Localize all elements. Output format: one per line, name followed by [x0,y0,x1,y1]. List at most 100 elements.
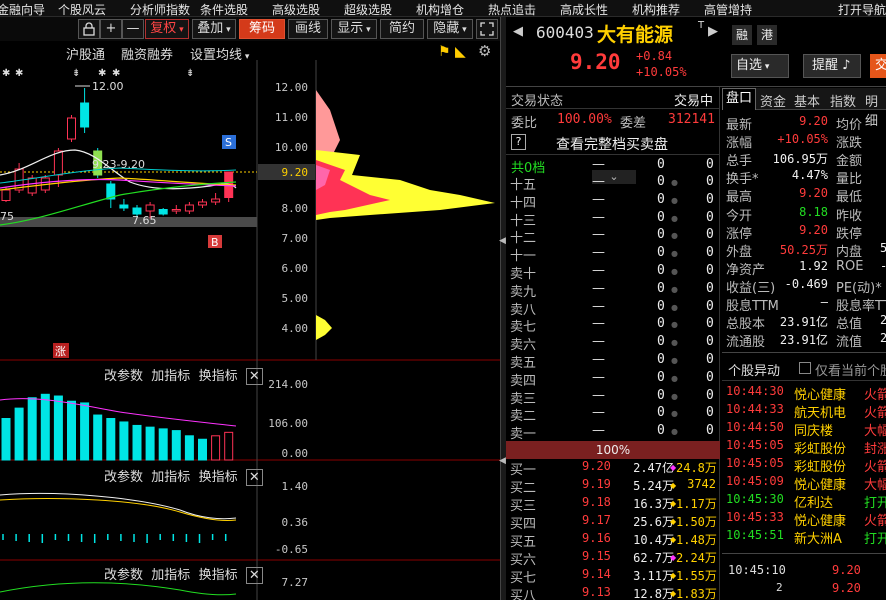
mover-event: 大幅 [864,478,886,493]
add-indicator-button[interactable]: 加指标 [151,568,190,583]
movers-checkbox[interactable] [799,362,811,374]
menu-item-chaoji[interactable]: 超级选股 [344,1,392,18]
zixuan-dropdown[interactable]: 自选 ▾ [731,54,789,78]
param-button[interactable]: 改参数 [104,568,143,583]
ask-volume: 0 [657,387,665,403]
fuquan-dropdown[interactable]: 复权 ▾ [145,19,189,39]
tab-jiben[interactable]: 基本 [794,91,820,110]
ask-extra: 0 [706,423,714,439]
b-signal-icon[interactable]: B [208,235,222,249]
candle-body [184,204,194,212]
dot-icon: ● [671,391,678,401]
menu-item-gaochengzhang[interactable]: 高成长性 [560,1,608,18]
menu-item-jinrong[interactable]: 金融向导 [0,1,45,18]
candle-body [198,201,207,206]
bid-extra: 1.48万 [676,533,717,547]
mover-event: 火箭 [864,514,886,529]
zoom-out-button[interactable]: — [122,19,144,39]
mover-event: 大幅 [864,424,886,439]
mover-name: 悦心健康 [794,514,847,529]
quote-value: 8.18 [799,204,828,219]
fuquan-label: 复权 [150,21,177,36]
price-change-pct: +10.05% [636,65,687,79]
status-value: 交易中 [674,94,714,109]
mover-time: 10:45:30 [726,492,784,506]
splitter-arrow-icon[interactable]: ◀ [499,456,506,466]
menu-item-redian[interactable]: 热点追击 [488,1,536,18]
param-button[interactable]: 改参数 [104,470,143,485]
menu-item-tiaojian[interactable]: 条件选股 [200,1,248,18]
gang-button[interactable]: 港 [757,25,777,45]
menu-item-gaoji[interactable]: 高级选股 [272,1,320,18]
trade-button[interactable]: 交 [870,54,886,78]
ask-price: — [592,280,605,296]
mover-name: 航天机电 [794,406,847,421]
full-orderbook-link[interactable]: 查看完整档买卖盘 [556,134,668,154]
menu-item-zengchi[interactable]: 高管增持 [704,1,752,18]
b-signal-label: B [211,236,219,249]
menu-item-daohang[interactable]: 打开导航 [838,1,886,18]
bid-price: 9.17 [582,513,611,527]
tixing-button[interactable]: 提醒 ♪ [803,54,861,78]
swap-indicator-button[interactable]: 换指标 [199,568,238,583]
macd-y-label: -0.65 [274,543,308,556]
ask-price: — [592,174,605,189]
menu-item-gegufengyun[interactable]: 个股风云 [58,1,106,18]
close-icon[interactable]: ✕ [245,469,263,486]
bid-volume: 62.7万 [633,551,674,565]
bid-volume: 5.24万 [633,479,674,493]
chart-toolbar: + — 复权 ▾ 叠加 ▾ 筹码 画线 显示 ▾ 简约 隐藏 ▾ [0,17,500,41]
quote-key2: 跌停 [836,226,863,242]
mover-name: 悦心健康 [794,478,847,493]
jianyue-button[interactable]: 简约 [380,19,424,39]
tab-zhishu[interactable]: 指数 [830,91,856,110]
tab-zijin[interactable]: 资金 [760,91,786,110]
help-icon[interactable]: ? [511,134,526,150]
candle-body [53,150,63,176]
add-indicator-button[interactable]: 加指标 [151,470,190,485]
param-button[interactable]: 改参数 [104,369,143,384]
rong-button[interactable]: 融 [732,25,752,45]
volume-bar [171,430,181,461]
ask-label: 卖九 [510,284,537,300]
close-icon[interactable]: ✕ [245,368,263,385]
yincang-dropdown[interactable]: 隐藏 ▾ [427,19,473,39]
menu-item-fenxishi[interactable]: 分析师指数 [130,1,190,18]
dot-icon: ● [671,427,678,437]
left-annotation: 75 [0,210,14,223]
chouma-button[interactable]: 筹码 [239,19,285,39]
arrow-icon[interactable]: ◣ [455,44,466,60]
tab-mingxi[interactable]: 明细 [865,91,886,129]
mover-name: 悦心健康 [794,388,847,403]
swap-indicator-button[interactable]: 换指标 [199,470,238,485]
close-icon[interactable]: ✕ [245,567,263,584]
flag-icon[interactable]: ⚑ [438,44,451,60]
zoom-in-button[interactable]: + [100,19,122,39]
menu-item-tuijian[interactable]: 机构推荐 [632,1,680,18]
movers-checkbox-label[interactable]: 仅看当前个股 [815,360,886,379]
s-signal-icon[interactable]: S [222,135,236,149]
tab-pankou[interactable]: 盘口 [722,88,756,110]
lock-icon[interactable] [78,19,100,39]
quote-value: 50.25万 [779,242,828,257]
add-indicator-button[interactable]: 加指标 [151,369,190,384]
swap-indicator-button[interactable]: 换指标 [199,369,238,384]
huaxian-button[interactable]: 画线 [288,19,328,39]
quote-key2: 昨收 [836,208,863,224]
svg-text:✱: ✱ [112,68,120,79]
diejia-dropdown[interactable]: 叠加 ▾ [192,19,236,39]
ask-extra: 0 [706,227,714,243]
stock-name: 大有能源 [597,24,674,46]
fullscreen-icon[interactable] [476,19,498,39]
prev-stock-icon[interactable]: ◀ [513,24,523,39]
ask-label: 卖二 [510,409,537,425]
gear-icon[interactable]: ⚙ [478,42,491,60]
xianshi-dropdown[interactable]: 显示 ▾ [331,19,377,39]
candle-body [145,204,155,212]
splitter-arrow-icon[interactable]: ◀ [499,236,506,246]
quote-key: 最高 [726,190,753,206]
dot-icon: ● [671,267,678,276]
tixing-label: 提醒 [812,58,839,73]
next-stock-icon[interactable]: ▶ [708,24,718,39]
menu-item-jigou[interactable]: 机构增仓 [416,1,464,18]
